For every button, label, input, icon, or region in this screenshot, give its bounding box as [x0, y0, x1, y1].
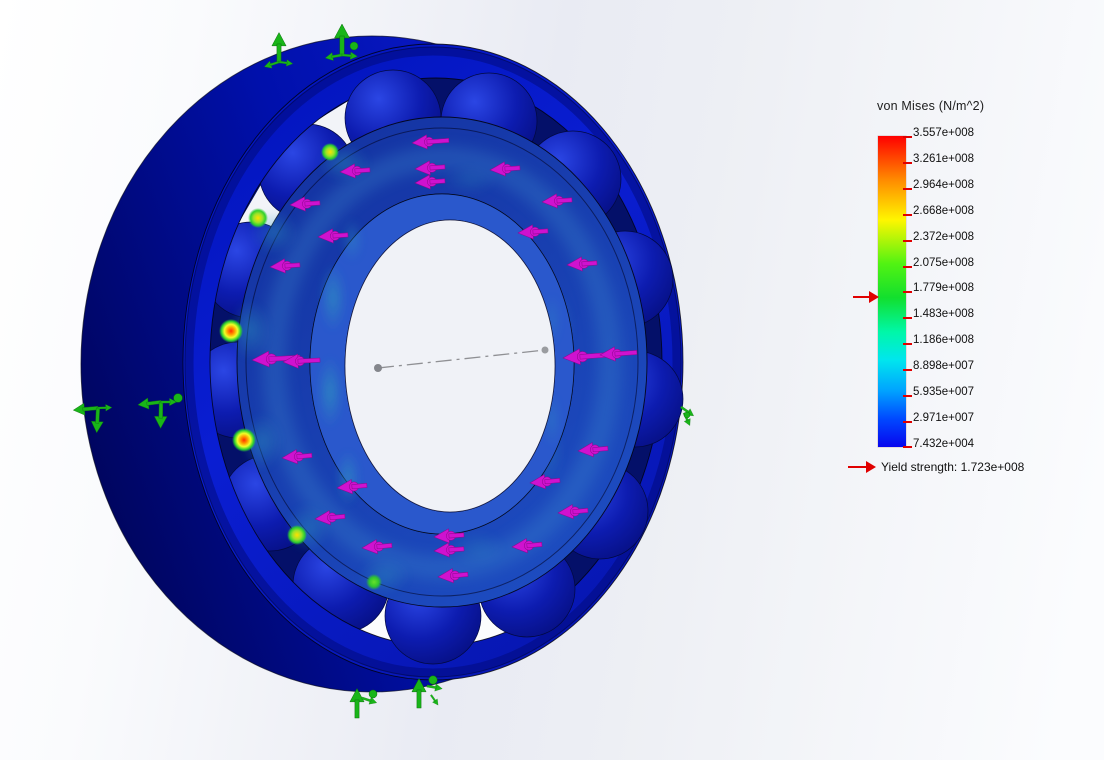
legend-tick — [903, 214, 912, 216]
legend-tick — [903, 162, 912, 164]
legend-value: 3.261e+008 — [913, 152, 974, 166]
legend-tick — [903, 188, 912, 190]
yield-strength-pointer-arrow — [853, 291, 880, 303]
legend-colorbar — [878, 136, 906, 447]
fixture-right — [679, 404, 696, 427]
legend-value: 5.935e+007 — [913, 385, 974, 399]
legend-value: 1.186e+008 — [913, 333, 974, 347]
graphics-area[interactable]: von Mises (N/m^2) 3.557e+008 3.261e+008 … — [0, 0, 1104, 760]
legend-value: 7.432e+004 — [913, 437, 974, 451]
legend-tick — [903, 266, 912, 268]
legend-value: 2.971e+007 — [913, 411, 974, 425]
legend-value: 8.898e+007 — [913, 359, 974, 373]
legend-tick — [903, 369, 912, 371]
fixture-bottom-left — [350, 689, 378, 718]
yield-arrow-icon — [848, 466, 868, 468]
legend-tick — [903, 317, 912, 319]
legend-tick — [903, 446, 912, 448]
yield-strength-label: Yield strength: 1.723e+008 — [881, 460, 1024, 474]
yield-arrow-icon — [866, 461, 876, 473]
legend-tick — [903, 136, 912, 138]
legend-value: 3.557e+008 — [913, 126, 974, 140]
legend-value: 2.668e+008 — [913, 204, 974, 218]
legend-tick — [903, 240, 912, 242]
stress-legend: von Mises (N/m^2) 3.557e+008 3.261e+008 … — [840, 95, 1104, 499]
legend-value: 1.779e+008 — [913, 281, 974, 295]
legend-value: 1.483e+008 — [913, 307, 974, 321]
legend-tick — [903, 421, 912, 423]
legend-tick — [903, 343, 912, 345]
legend-title: von Mises (N/m^2) — [877, 99, 984, 113]
legend-value: 2.372e+008 — [913, 230, 974, 244]
legend-value: 2.075e+008 — [913, 256, 974, 270]
legend-value: 2.964e+008 — [913, 178, 974, 192]
legend-tick — [903, 395, 912, 397]
legend-tick — [903, 291, 912, 293]
